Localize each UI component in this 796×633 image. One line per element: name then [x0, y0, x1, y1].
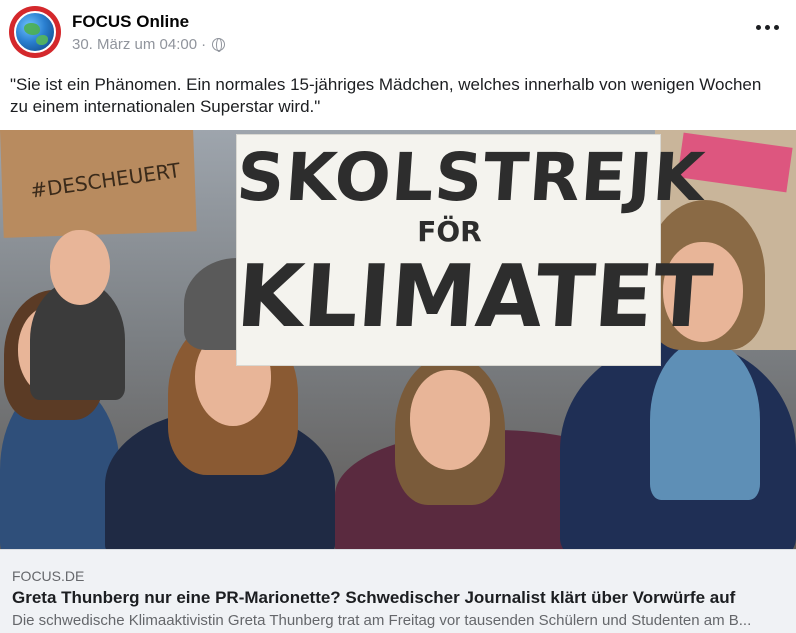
post-text: "Sie ist ein Phänomen. Ein normales 15-j…	[10, 75, 762, 116]
page-name-link[interactable]: FOCUS Online	[72, 12, 189, 32]
sign-text-klimatet: KLIMATET	[233, 247, 716, 347]
page-avatar[interactable]	[9, 6, 61, 58]
sign-text-skolstrejk: SKOLSTREJK	[234, 139, 708, 216]
protest-sign-left-text: #DESCHEUERT	[28, 157, 182, 203]
link-title[interactable]: Greta Thunberg nur eine PR-Marionette? S…	[12, 588, 787, 608]
post-header: FOCUS Online 30. März um 04:00 ·	[0, 0, 796, 62]
link-description: Die schwedische Klimaaktivistin Greta Th…	[12, 612, 752, 629]
post-image[interactable]: #DESCHEUERT SKOLSTREJK FÖR KLIMATET	[0, 130, 796, 549]
protest-sign-main: SKOLSTREJK FÖR KLIMATET	[234, 134, 715, 366]
globe-logo-icon	[14, 11, 56, 53]
sign-text-for: FÖR	[417, 215, 482, 248]
person-center-face	[410, 370, 490, 470]
link-domain: FOCUS.DE	[12, 568, 85, 584]
meta-separator: ·	[201, 36, 207, 53]
post-timestamp[interactable]: 30. März um 04:00	[72, 36, 197, 53]
protest-sign-left: #DESCHEUERT	[0, 130, 197, 238]
link-preview-card[interactable]: FOCUS.DE Greta Thunberg nur eine PR-Mari…	[0, 549, 796, 633]
post-meta: 30. März um 04:00 ·	[72, 36, 226, 53]
more-horizontal-icon[interactable]	[754, 18, 780, 36]
person-right-hoodie	[650, 340, 760, 500]
person-back-left-face	[50, 230, 110, 305]
globe-icon	[212, 38, 226, 52]
